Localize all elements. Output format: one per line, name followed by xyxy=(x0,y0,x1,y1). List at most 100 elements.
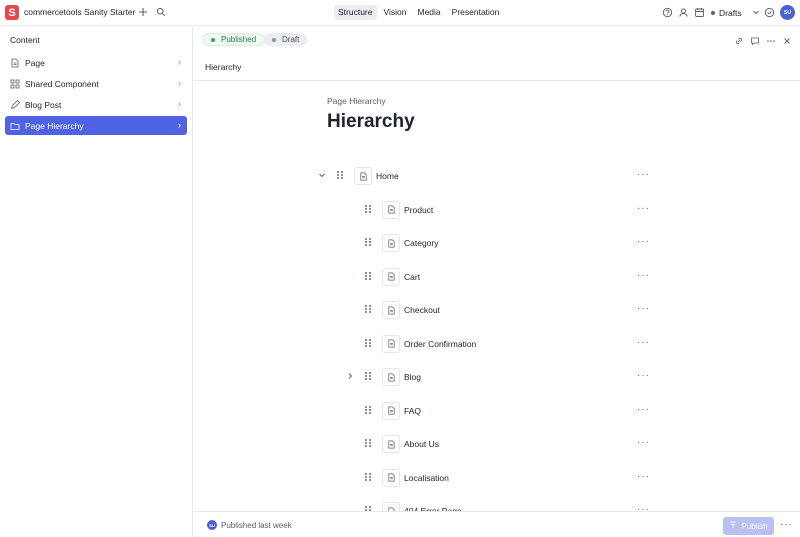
row-more-icon[interactable]: ··· xyxy=(637,337,650,348)
status-published-badge[interactable]: Published xyxy=(202,33,266,46)
document-icon xyxy=(382,368,400,386)
nav-presentation[interactable]: Presentation xyxy=(448,5,504,20)
row-more-icon[interactable]: ··· xyxy=(637,437,650,448)
document-icon xyxy=(382,200,400,219)
sidebar-item-page-hierarchy[interactable]: Page Hierarchy › xyxy=(5,116,187,135)
drag-handle-icon[interactable] xyxy=(364,304,372,314)
tree-row-label: Order Confirmation xyxy=(404,338,477,349)
tree-row[interactable]: Order Confirmation ··· xyxy=(194,334,674,354)
comment-icon[interactable] xyxy=(749,35,760,46)
publish-icon xyxy=(729,521,737,531)
document-footer: SU Published last week Publish ··· xyxy=(194,511,800,537)
tree-row[interactable]: Cart ··· xyxy=(194,267,674,287)
document-icon xyxy=(382,334,400,353)
published-dot-icon xyxy=(211,37,215,42)
tree-row[interactable]: Blog ··· xyxy=(194,367,674,387)
drag-handle-icon[interactable] xyxy=(364,237,372,247)
document-icon xyxy=(382,435,400,453)
tree-row[interactable]: Home ··· xyxy=(194,166,674,186)
footer-more-icon[interactable]: ··· xyxy=(780,519,793,530)
sidebar-item-shared-component[interactable]: Shared Component › xyxy=(5,74,187,93)
document-icon xyxy=(382,267,400,286)
tree-row[interactable]: About Us ··· xyxy=(194,434,674,454)
tree-row-label: Checkout xyxy=(404,305,440,315)
drag-handle-icon[interactable] xyxy=(364,472,372,482)
row-more-icon[interactable]: ··· xyxy=(637,203,650,214)
status-draft-label: Draft xyxy=(282,35,300,44)
tree-row[interactable]: FAQ ··· xyxy=(194,401,674,421)
document-content: Page Hierarchy Hierarchy Home ··· Product ·… xyxy=(194,82,800,511)
document-icon xyxy=(354,167,372,185)
tree-row-label: Category xyxy=(404,238,439,248)
sidebar-item-page[interactable]: Page › xyxy=(5,53,187,72)
drag-handle-icon[interactable] xyxy=(364,371,372,381)
chevron-down-icon[interactable] xyxy=(318,171,326,181)
row-more-icon[interactable]: ··· xyxy=(637,404,650,415)
publish-button[interactable]: Publish xyxy=(723,517,774,535)
chevron-right-icon: › xyxy=(178,57,181,67)
nav-structure[interactable]: Structure xyxy=(334,5,377,20)
top-bar: S commercetools Sanity Starter Structure… xyxy=(0,0,800,26)
component-icon xyxy=(9,78,21,90)
row-more-icon[interactable]: ··· xyxy=(637,303,650,314)
app-title[interactable]: commercetools Sanity Starter xyxy=(24,7,135,17)
drag-handle-icon[interactable] xyxy=(364,405,372,415)
row-more-icon[interactable]: ··· xyxy=(637,270,650,281)
main-nav: Structure Vision Media Presentation xyxy=(334,5,503,20)
document-header: Published Draft Hierarchy xyxy=(194,27,800,81)
tree-row-label: Blog xyxy=(404,372,422,382)
drag-handle-icon[interactable] xyxy=(364,271,372,281)
sidebar-item-label: Page xyxy=(25,57,45,68)
sidebar-item-label: Page Hierarchy xyxy=(25,120,84,131)
drag-handle-icon[interactable] xyxy=(364,338,372,348)
check-circle-icon[interactable] xyxy=(763,6,775,18)
perspective-select[interactable]: Drafts xyxy=(707,5,760,20)
perspective-dot-icon xyxy=(711,10,715,15)
user-avatar[interactable]: SU xyxy=(780,5,795,20)
drag-handle-icon[interactable] xyxy=(364,204,372,214)
search-icon[interactable] xyxy=(155,6,167,18)
app-logo[interactable]: S xyxy=(5,5,19,20)
tree-row[interactable]: Product ··· xyxy=(194,200,674,220)
sidebar-title: Content xyxy=(10,35,40,45)
document-icon xyxy=(382,234,400,252)
sidebar-item-label: Blog Post xyxy=(25,99,62,110)
document-icon xyxy=(382,502,400,511)
row-more-icon[interactable]: ··· xyxy=(637,504,650,511)
plus-icon[interactable] xyxy=(137,6,149,18)
more-icon[interactable] xyxy=(765,35,776,46)
footer-avatar: SU xyxy=(207,520,217,530)
status-draft-badge[interactable]: Draft xyxy=(264,33,308,46)
row-more-icon[interactable]: ··· xyxy=(637,370,650,381)
row-more-icon[interactable]: ··· xyxy=(637,236,650,247)
document-icon xyxy=(382,468,400,487)
pencil-icon xyxy=(9,99,21,111)
drag-handle-icon[interactable] xyxy=(336,170,344,180)
document-icon xyxy=(382,301,400,319)
close-icon[interactable] xyxy=(781,35,792,46)
tree-row-label: Localisation xyxy=(404,472,449,483)
page-title: Hierarchy xyxy=(327,111,415,132)
row-more-icon[interactable]: ··· xyxy=(637,169,650,180)
tab-hierarchy[interactable]: Hierarchy xyxy=(205,62,241,72)
tree-row[interactable]: 404 Error Page ··· xyxy=(194,501,674,511)
sidebar-item-blog-post[interactable]: Blog Post › xyxy=(5,95,187,114)
help-icon[interactable] xyxy=(661,6,673,18)
users-icon[interactable] xyxy=(677,6,689,18)
link-icon[interactable] xyxy=(733,35,744,46)
chevron-down-icon xyxy=(752,8,760,18)
breadcrumb: Page Hierarchy xyxy=(327,96,386,106)
calendar-icon[interactable] xyxy=(693,6,705,18)
tree-row[interactable]: Category ··· xyxy=(194,233,674,253)
tree-row[interactable]: Localisation ··· xyxy=(194,468,674,488)
drag-handle-icon[interactable] xyxy=(364,438,372,448)
nav-media[interactable]: Media xyxy=(414,5,445,20)
perspective-label: Drafts xyxy=(719,7,742,18)
tree-row-label: About Us xyxy=(404,439,439,449)
chevron-right-icon[interactable] xyxy=(346,372,354,382)
tree-row[interactable]: Checkout ··· xyxy=(194,300,674,320)
status-published-label: Published xyxy=(221,35,257,44)
nav-vision[interactable]: Vision xyxy=(380,5,411,20)
chevron-right-icon: › xyxy=(178,99,181,109)
row-more-icon[interactable]: ··· xyxy=(637,471,650,482)
